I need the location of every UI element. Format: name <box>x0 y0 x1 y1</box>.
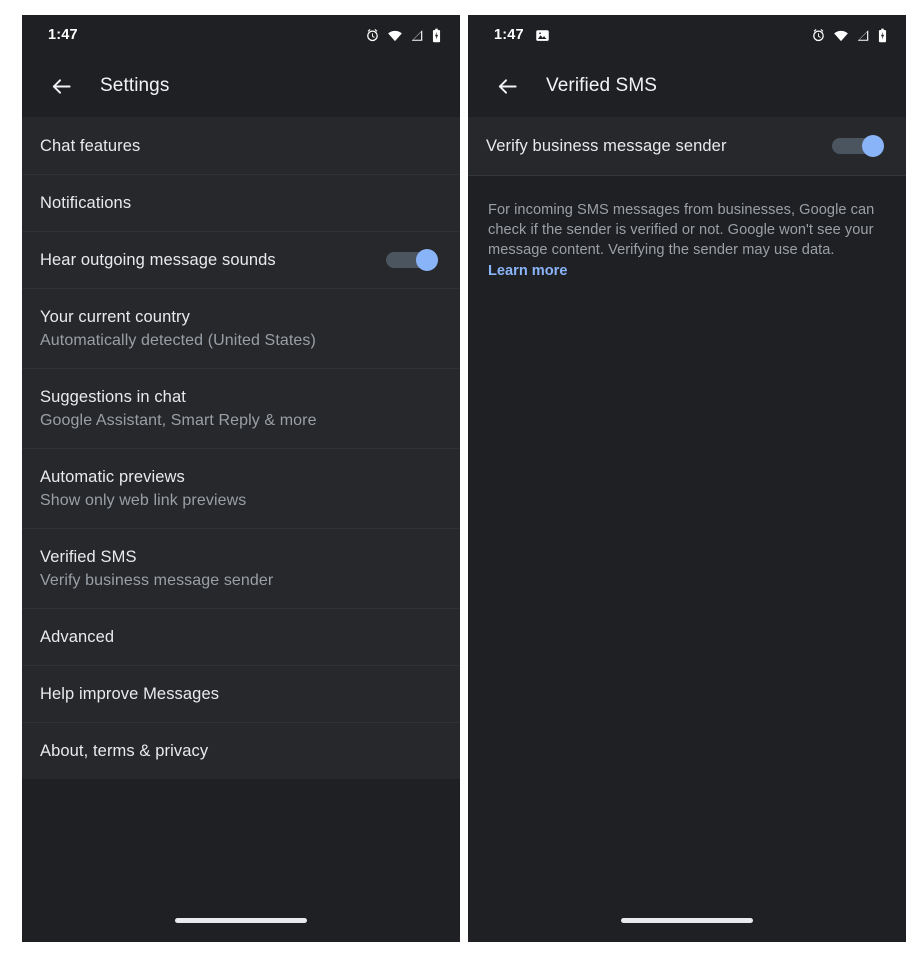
verify-business-message-sender-row[interactable]: Verify business message sender <box>468 117 906 175</box>
settings-row-about-terms-privacy[interactable]: About, terms & privacy <box>22 722 460 779</box>
status-bar: 1:47 <box>22 15 460 55</box>
arrow-back-icon[interactable] <box>46 71 76 101</box>
row-title: Notifications <box>40 194 132 212</box>
home-gesture-pill[interactable] <box>175 917 307 923</box>
status-bar: 1:47 <box>468 15 906 55</box>
status-right-icons <box>365 28 442 43</box>
settings-row-chat-features[interactable]: Chat features <box>22 117 460 174</box>
phone-panel-settings: 1:47 Settings Chat features Notification… <box>22 15 460 942</box>
settings-row-advanced[interactable]: Advanced <box>22 608 460 665</box>
settings-row-notifications[interactable]: Notifications <box>22 174 460 231</box>
toggle-switch-verify-business-sender[interactable] <box>832 135 884 157</box>
row-subtitle: Google Assistant, Smart Reply & more <box>40 411 317 429</box>
phone-panel-verified-sms: 1:47 Verified SMS Verify business messag… <box>468 15 906 942</box>
screenshot-image-icon <box>535 28 550 43</box>
wifi-icon <box>387 28 403 43</box>
signal-icon <box>410 28 424 43</box>
settings-row-help-improve-messages[interactable]: Help improve Messages <box>22 665 460 722</box>
navigation-bar <box>468 898 906 942</box>
settings-row-automatic-previews[interactable]: Automatic previews Show only web link pr… <box>22 448 460 528</box>
status-time: 1:47 <box>48 27 78 43</box>
toggle-thumb <box>862 135 884 157</box>
row-texts: Chat features <box>40 135 442 157</box>
list-empty-space <box>22 779 460 898</box>
status-left-icons <box>535 28 550 43</box>
settings-row-your-current-country[interactable]: Your current country Automatically detec… <box>22 288 460 368</box>
description-section: For incoming SMS messages from businesse… <box>468 175 906 898</box>
row-subtitle: Show only web link previews <box>40 491 247 509</box>
alarm-icon <box>811 28 826 43</box>
row-texts: Your current country Automatically detec… <box>40 306 442 352</box>
row-subtitle: Automatically detected (United States) <box>40 331 316 349</box>
row-subtitle: Verify business message sender <box>40 571 274 589</box>
page-title: Settings <box>100 75 170 96</box>
screenshot-stage: 1:47 Settings Chat features Notification… <box>0 0 924 957</box>
app-bar: Verified SMS <box>468 55 906 117</box>
status-time: 1:47 <box>494 27 524 43</box>
settings-list: Chat features Notifications Hear outgoin… <box>22 117 460 898</box>
row-title: Hear outgoing message sounds <box>40 251 276 269</box>
navigation-bar <box>22 898 460 942</box>
wifi-icon <box>833 28 849 43</box>
home-gesture-pill[interactable] <box>621 917 753 923</box>
toggle-label: Verify business message sender <box>486 136 727 155</box>
learn-more-link[interactable]: Learn more <box>488 261 567 281</box>
settings-row-suggestions-in-chat[interactable]: Suggestions in chat Google Assistant, Sm… <box>22 368 460 448</box>
row-texts: Verified SMS Verify business message sen… <box>40 546 442 592</box>
status-right-icons <box>811 28 888 43</box>
description-text: For incoming SMS messages from businesse… <box>488 202 875 258</box>
arrow-back-icon[interactable] <box>492 71 522 101</box>
app-bar: Settings <box>22 55 460 117</box>
row-title: Chat features <box>40 136 141 155</box>
signal-icon <box>856 28 870 43</box>
settings-row-hear-outgoing-message-sounds[interactable]: Hear outgoing message sounds <box>22 231 460 288</box>
row-title: Your current country <box>40 307 190 326</box>
settings-row-verified-sms[interactable]: Verified SMS Verify business message sen… <box>22 528 460 608</box>
row-texts: Help improve Messages <box>40 683 442 705</box>
row-title: Verified SMS <box>40 547 137 566</box>
row-title: Suggestions in chat <box>40 387 186 406</box>
page-title: Verified SMS <box>546 75 658 96</box>
row-title: Advanced <box>40 628 115 646</box>
row-texts: Advanced <box>40 626 442 648</box>
row-title: Help improve Messages <box>40 685 220 703</box>
row-title: Automatic previews <box>40 467 185 486</box>
row-texts: Notifications <box>40 192 442 214</box>
toggle-thumb <box>416 249 438 271</box>
row-title: About, terms & privacy <box>40 742 209 760</box>
row-texts: Automatic previews Show only web link pr… <box>40 466 442 512</box>
row-texts: Hear outgoing message sounds <box>40 249 386 271</box>
battery-icon <box>431 28 442 43</box>
toggle-switch-message-sounds[interactable] <box>386 249 438 271</box>
row-texts: About, terms & privacy <box>40 740 442 762</box>
alarm-icon <box>365 28 380 43</box>
row-texts: Suggestions in chat Google Assistant, Sm… <box>40 386 442 432</box>
battery-icon <box>877 28 888 43</box>
